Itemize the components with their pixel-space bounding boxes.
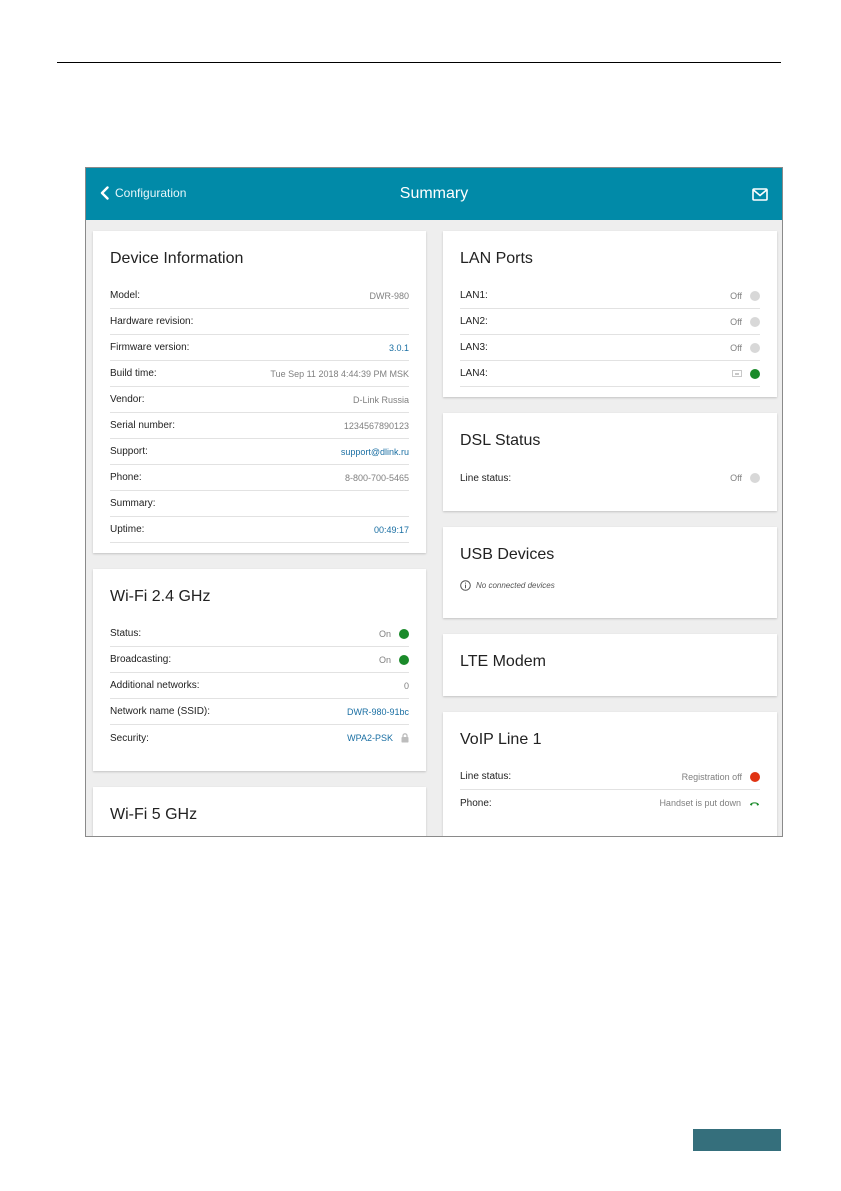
notifications-button[interactable] <box>752 188 768 206</box>
lock-icon <box>401 733 409 743</box>
firmware-link[interactable]: 3.0.1 <box>389 343 409 353</box>
info-row-serial: Serial number: 1234567890123 <box>110 413 409 439</box>
ssid-link[interactable]: DWR-980-91bc <box>347 707 409 717</box>
device-information-card: Device Information Model: DWR-980 Hardwar… <box>93 231 426 553</box>
page-title: Summary <box>399 185 469 202</box>
info-row-summary: Summary: <box>110 491 409 517</box>
wifi24-row-ssid: Network name (SSID): DWR-980-91bc <box>110 699 409 725</box>
lan1-indicator <box>750 290 760 301</box>
lte-modem-card: LTE Modem <box>443 634 777 696</box>
card-title: VoIP Line 1 <box>460 731 542 748</box>
info-row-vendor: Vendor: D-Link Russia <box>110 387 409 413</box>
lan3-indicator <box>750 342 760 353</box>
wifi24-row-broadcasting: Broadcasting: On <box>110 647 409 673</box>
info-row-uptime: Uptime: 00:49:17 <box>110 517 409 543</box>
card-title: USB Devices <box>460 546 555 563</box>
info-row-firmware: Firmware version: 3.0.1 <box>110 335 409 361</box>
voip-status-indicator <box>750 771 760 782</box>
usb-empty-text: No connected devices <box>476 581 555 590</box>
card-title: LTE Modem <box>460 653 546 670</box>
lan-row-3: LAN3: Off <box>460 335 760 361</box>
screenshot-frame: Configuration Summary Device Information… <box>85 167 783 837</box>
voip-row-line-status: Line status: Registration off <box>460 764 760 790</box>
page-number-tab <box>693 1129 781 1151</box>
wifi-5-card: Wi-Fi 5 GHz <box>93 787 426 836</box>
card-title: Wi-Fi 5 GHz <box>110 806 198 823</box>
usb-devices-card: USB Devices No connected devices <box>443 527 777 618</box>
broadcasting-on-indicator <box>399 654 409 665</box>
wifi24-row-additional: Additional networks: 0 <box>110 673 409 699</box>
wifi24-row-security: Security: WPA2-PSK <box>110 725 409 751</box>
card-title: Device Information <box>110 250 244 267</box>
lan-row-2: LAN2: Off <box>460 309 760 335</box>
page-top-rule <box>57 62 781 63</box>
info-row-phone: Phone: 8-800-700-5465 <box>110 465 409 491</box>
mail-icon <box>752 188 768 201</box>
card-title: Wi-Fi 2.4 GHz <box>110 588 211 605</box>
support-email-link[interactable]: support@dlink.ru <box>341 447 409 457</box>
wifi-24-card: Wi-Fi 2.4 GHz Status: On Broadcasting: On … <box>93 569 426 771</box>
lan4-indicator <box>750 368 760 379</box>
status-on-indicator <box>399 628 409 639</box>
voip-line-card: VoIP Line 1 Line status: Registration off… <box>443 712 777 836</box>
lan-ports-card: LAN Ports LAN1: Off LAN2: Off LAN3: Off LAN… <box>443 231 777 397</box>
handset-icon <box>750 801 759 806</box>
dsl-status-card: DSL Status Line status: Off <box>443 413 777 511</box>
top-bar: Configuration Summary <box>86 168 782 220</box>
lan2-indicator <box>750 316 760 327</box>
security-link[interactable]: WPA2-PSK <box>347 733 393 743</box>
lan-row-1: LAN1: Off <box>460 283 760 309</box>
dsl-row-line-status: Line status: Off <box>460 465 760 491</box>
info-row-support: Support: support@dlink.ru <box>110 439 409 465</box>
ethernet-icon <box>732 370 742 377</box>
info-row-build-time: Build time: Tue Sep 11 2018 4:44:39 PM MS… <box>110 361 409 387</box>
info-row-model: Model: DWR-980 <box>110 283 409 309</box>
card-title: LAN Ports <box>460 250 533 267</box>
card-title: DSL Status <box>460 432 541 449</box>
voip-row-phone: Phone: Handset is put down <box>460 790 760 816</box>
wifi24-row-status: Status: On <box>110 621 409 647</box>
dsl-indicator <box>750 473 760 483</box>
info-icon <box>460 580 471 591</box>
lan-row-4: LAN4: <box>460 361 760 387</box>
info-row-hardware: Hardware revision: <box>110 309 409 335</box>
